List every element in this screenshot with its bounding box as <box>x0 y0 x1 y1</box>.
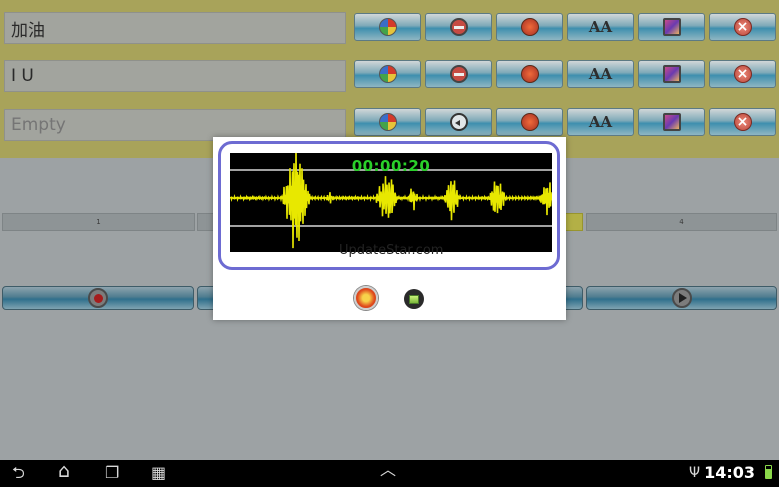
usb-icon: Ψ <box>689 465 701 481</box>
text-rows-panel: AA × AA × AA × <box>0 0 779 158</box>
dialog-record-button[interactable] <box>354 286 378 310</box>
color-button-2[interactable] <box>354 60 421 88</box>
toolbar-row-3: AA × <box>354 108 776 136</box>
clean-button-3[interactable] <box>496 108 563 136</box>
waveform-display: 00:00:20 <box>230 153 552 252</box>
font-size-icon: AA <box>588 17 613 36</box>
toolbar-row-1: AA × <box>354 13 776 41</box>
dialog-stop-button[interactable] <box>404 289 424 309</box>
home-icon[interactable]: ⌂ <box>58 462 70 481</box>
color-wheel-icon <box>378 65 397 83</box>
play-button[interactable] <box>586 286 777 310</box>
color-button-1[interactable] <box>354 13 421 41</box>
stop-icon <box>409 294 419 304</box>
delete-button-3[interactable]: × <box>709 108 776 136</box>
font-size-button-2[interactable]: AA <box>567 60 634 88</box>
battery-icon <box>765 465 772 479</box>
delete-icon: × <box>733 113 752 131</box>
color-wheel-icon <box>378 113 397 131</box>
watermark: UpdateStar.com <box>339 243 444 258</box>
color-button-3[interactable] <box>354 108 421 136</box>
no-entry-icon <box>449 65 468 83</box>
delete-icon: × <box>733 18 752 36</box>
image-button-1[interactable] <box>638 13 705 41</box>
segment-1[interactable]: 1 <box>2 213 195 231</box>
color-wheel-icon <box>378 18 397 36</box>
waveform-frame: 00:00:20 UpdateStar.com <box>218 141 560 270</box>
play-icon <box>671 288 692 308</box>
record-icon <box>88 288 108 308</box>
apps-grid-icon[interactable]: ▦ <box>151 464 166 482</box>
status-clock: 14:03 <box>704 463 755 482</box>
back-icon[interactable]: ⮌ <box>12 464 25 482</box>
image-button-2[interactable] <box>638 60 705 88</box>
font-size-icon: AA <box>588 112 613 131</box>
font-size-button-3[interactable]: AA <box>567 108 634 136</box>
clean-button-1[interactable] <box>496 13 563 41</box>
image-icon <box>662 65 681 83</box>
text-field-2[interactable] <box>4 60 346 92</box>
segment-label: 1 <box>96 218 101 226</box>
clean-icon <box>520 65 539 83</box>
system-navbar: ⮌ ⌂ ❐ ▦ ︿ Ψ 14:03 <box>0 460 779 487</box>
text-field-1[interactable] <box>4 12 346 44</box>
delete-button-2[interactable]: × <box>709 60 776 88</box>
chevron-up-icon[interactable]: ︿ <box>380 461 396 479</box>
delete-icon: × <box>733 65 752 83</box>
image-icon <box>662 113 681 131</box>
segment-label: 4 <box>679 218 684 226</box>
clean-button-2[interactable] <box>496 60 563 88</box>
recent-apps-icon[interactable]: ❐ <box>105 464 119 482</box>
back-arrow-icon <box>449 113 468 131</box>
image-button-3[interactable] <box>638 108 705 136</box>
back-button-3[interactable] <box>425 108 492 136</box>
recorder-dialog: 00:00:20 UpdateStar.com <box>213 137 566 320</box>
segment-4[interactable]: 4 <box>586 213 777 231</box>
no-entry-icon <box>449 18 468 36</box>
clean-icon <box>520 113 539 131</box>
record-button[interactable] <box>2 286 194 310</box>
image-icon <box>662 18 681 36</box>
font-size-button-1[interactable]: AA <box>567 13 634 41</box>
clean-icon <box>520 18 539 36</box>
clear-style-button-2[interactable] <box>425 60 492 88</box>
clear-style-button-1[interactable] <box>425 13 492 41</box>
record-timer: 00:00:20 <box>351 157 431 175</box>
toolbar-row-2: AA × <box>354 60 776 88</box>
font-size-icon: AA <box>588 64 613 83</box>
delete-button-1[interactable]: × <box>709 13 776 41</box>
